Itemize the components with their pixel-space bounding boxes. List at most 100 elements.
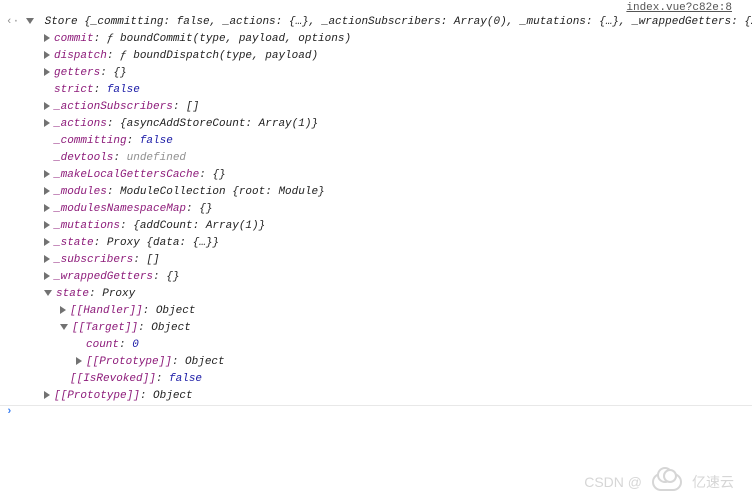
chevron-right-icon[interactable] (44, 102, 50, 110)
property-value: false (140, 135, 173, 147)
chevron-right-icon[interactable] (44, 51, 50, 59)
property-value: Object (156, 305, 196, 317)
property-row[interactable]: _mutations: {addCount: Array(1)} (26, 218, 742, 235)
property-value: Object (153, 390, 193, 402)
property-row[interactable]: _devtools: undefined (26, 150, 742, 167)
property-value: Proxy {data: {…}} (107, 237, 219, 249)
property-row[interactable]: dispatch: ƒ boundDispatch(type, payload) (26, 48, 742, 65)
cloud-icon (652, 473, 682, 491)
watermark-left: CSDN @ (584, 474, 642, 490)
property-row[interactable]: count: 0 (26, 337, 742, 354)
property-key: _actions (54, 118, 107, 130)
console-prompt[interactable]: › (6, 406, 13, 418)
separator: : (199, 169, 212, 181)
property-key: _modulesNamespaceMap (54, 203, 186, 215)
chevron-right-icon[interactable] (44, 68, 50, 76)
property-row[interactable]: [[Prototype]]: Object (26, 388, 742, 405)
chevron-right-icon[interactable] (44, 221, 50, 229)
property-value: {} (166, 271, 179, 283)
chevron-right-icon[interactable] (44, 187, 50, 195)
separator: : (153, 271, 166, 283)
source-link[interactable]: index.vue?c82e:8 (626, 2, 732, 14)
property-key: _mutations (54, 220, 120, 232)
property-row[interactable]: [[Prototype]]: Object (26, 354, 742, 371)
chevron-right-icon[interactable] (44, 34, 50, 42)
chevron-right-icon[interactable] (44, 170, 50, 178)
property-row[interactable]: _wrappedGetters: {} (26, 269, 742, 286)
chevron-right-icon[interactable] (44, 119, 50, 127)
property-value: Object (185, 356, 225, 368)
property-key: [[Prototype]] (86, 356, 172, 368)
separator: : (94, 33, 107, 45)
property-row[interactable]: _state: Proxy {data: {…}} (26, 235, 742, 252)
property-value: [] (186, 101, 199, 113)
chevron-right-icon[interactable] (44, 391, 50, 399)
property-key: _wrappedGetters (54, 271, 153, 283)
property-value: ƒ boundDispatch(type, payload) (120, 50, 318, 62)
property-value: [] (146, 254, 159, 266)
property-row[interactable]: [[Handler]]: Object (26, 303, 742, 320)
property-row[interactable]: _committing: false (26, 133, 742, 150)
property-row[interactable]: getters: {} (26, 65, 742, 82)
property-row[interactable]: strict: false (26, 82, 742, 99)
separator: : (107, 118, 120, 130)
property-row[interactable]: [[IsRevoked]]: false (26, 371, 742, 388)
property-value: false (107, 84, 140, 96)
property-value: {addCount: Array(1)} (133, 220, 265, 232)
property-row[interactable]: _subscribers: [] (26, 252, 742, 269)
chevron-right-icon[interactable] (44, 272, 50, 280)
separator: : (138, 322, 151, 334)
property-key: _devtools (54, 152, 113, 164)
property-row[interactable]: [[Target]]: Object (26, 320, 742, 337)
separator: : (156, 373, 169, 385)
property-row[interactable]: _makeLocalGettersCache: {} (26, 167, 742, 184)
property-row[interactable]: commit: ƒ boundCommit(type, payload, opt… (26, 31, 742, 48)
property-row[interactable]: _modules: ModuleCollection {root: Module… (26, 184, 742, 201)
separator: : (89, 288, 102, 300)
separator: : (172, 356, 185, 368)
log-entry-arrow: ‹· (6, 16, 19, 28)
property-row[interactable]: _actions: {asyncAddStoreCount: Array(1)} (26, 116, 742, 133)
property-row[interactable]: _modulesNamespaceMap: {} (26, 201, 742, 218)
property-value: Object (151, 322, 191, 334)
chevron-right-icon[interactable] (44, 204, 50, 212)
property-key: [[Target]] (72, 322, 138, 334)
chevron-right-icon[interactable] (44, 238, 50, 246)
property-value: {} (199, 203, 212, 215)
property-key: commit (54, 33, 94, 45)
object-header-row[interactable]: Store {_committing: false, _actions: {…}… (26, 14, 742, 31)
separator: : (119, 339, 132, 351)
property-key: _subscribers (54, 254, 133, 266)
property-value: ƒ boundCommit(type, payload, options) (107, 33, 351, 45)
chevron-down-icon[interactable] (26, 18, 34, 24)
property-key: getters (54, 67, 100, 79)
property-key: _committing (54, 135, 127, 147)
property-key: _state (54, 237, 94, 249)
watermark-right: 亿速云 (692, 472, 734, 492)
property-key: count (86, 339, 119, 351)
chevron-right-icon[interactable] (76, 357, 82, 365)
property-key: [[IsRevoked]] (70, 373, 156, 385)
separator: : (140, 390, 153, 402)
property-row[interactable]: state: Proxy (26, 286, 742, 303)
property-key: state (56, 288, 89, 300)
chevron-right-icon[interactable] (44, 255, 50, 263)
separator: : (173, 101, 186, 113)
watermark: CSDN @ 亿速云 (584, 472, 734, 492)
property-key: _actionSubscribers (54, 101, 173, 113)
separator: : (94, 237, 107, 249)
chevron-right-icon[interactable] (60, 306, 66, 314)
property-value: Proxy (102, 288, 135, 300)
separator: : (127, 135, 140, 147)
console-output: Store {_committing: false, _actions: {…}… (0, 0, 752, 405)
property-value: false (169, 373, 202, 385)
chevron-down-icon[interactable] (44, 290, 52, 296)
property-row[interactable]: _actionSubscribers: [] (26, 99, 742, 116)
property-value: {asyncAddStoreCount: Array(1)} (120, 118, 318, 130)
property-value: 0 (132, 339, 139, 351)
separator: : (107, 186, 120, 198)
separator: : (94, 84, 107, 96)
property-key: [[Handler]] (70, 305, 143, 317)
chevron-down-icon[interactable] (60, 324, 68, 330)
object-summary: Store {_committing: false, _actions: {…}… (45, 16, 752, 28)
